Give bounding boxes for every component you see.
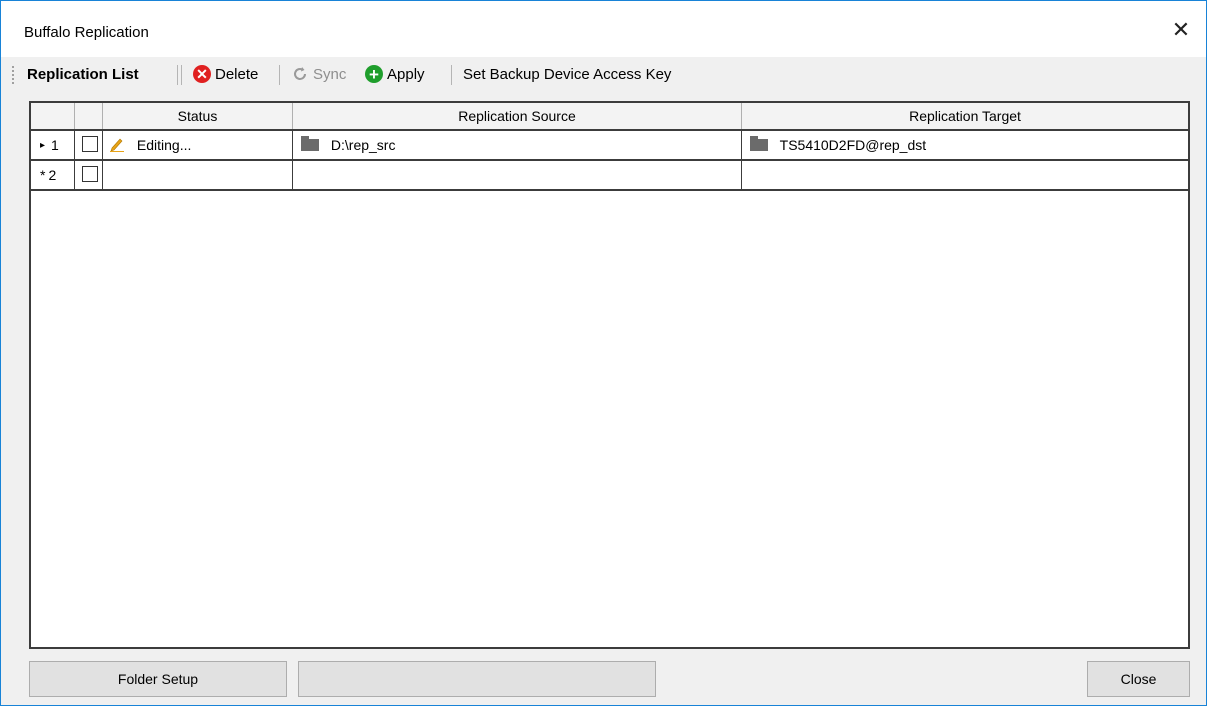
checkbox-column-header — [75, 103, 103, 129]
row-checkbox[interactable] — [82, 166, 98, 182]
folder-icon — [301, 136, 319, 152]
toolbar-divider — [181, 65, 182, 85]
row-number: 1 — [51, 137, 59, 153]
row-number: 2 — [48, 167, 57, 183]
target-cell[interactable]: TS5410D2FD@rep_dst — [742, 131, 1188, 159]
delete-icon: ✕ — [193, 65, 211, 83]
folder-setup-button[interactable]: Folder Setup — [29, 661, 287, 697]
row-checkbox[interactable] — [82, 136, 98, 152]
toolbar-divider — [177, 65, 178, 85]
column-header-target[interactable]: Replication Target — [742, 103, 1188, 129]
close-window-icon[interactable]: ✕ — [1168, 17, 1194, 43]
blank-button[interactable] — [298, 661, 656, 697]
title-bar: Buffalo Replication ✕ — [1, 1, 1206, 57]
toolbar: Replication List ✕ Delete Sync + Apply S… — [1, 57, 1206, 91]
table-row[interactable]: * 2 — [31, 161, 1188, 191]
delete-button[interactable]: ✕ Delete — [193, 63, 258, 85]
replication-grid: Status Replication Source Replication Ta… — [29, 101, 1190, 649]
status-text: Editing... — [136, 137, 192, 153]
column-header-status[interactable]: Status — [103, 103, 293, 129]
target-path: TS5410D2FD@rep_dst — [779, 137, 927, 153]
table-row[interactable]: ▸ 1 Editing... D:\rep_src TS5410D2FD@rep… — [31, 131, 1188, 161]
status-cell[interactable]: Editing... — [103, 131, 293, 159]
column-header-source[interactable]: Replication Source — [293, 103, 742, 129]
row-header[interactable]: * 2 — [31, 161, 75, 189]
replication-list-label: Replication List — [27, 65, 139, 83]
apply-label: Apply — [387, 65, 425, 83]
add-icon: + — [365, 65, 383, 83]
row-header[interactable]: ▸ 1 — [31, 131, 75, 159]
delete-label: Delete — [215, 65, 259, 83]
apply-button[interactable]: + Apply — [365, 63, 425, 85]
replication-window: Buffalo Replication ✕ Replication List ✕… — [0, 0, 1207, 706]
sync-icon — [294, 67, 306, 80]
new-row-marker-icon: * — [40, 167, 46, 183]
status-cell[interactable] — [103, 161, 293, 189]
set-backup-key-button[interactable]: Set Backup Device Access Key — [463, 63, 671, 85]
current-row-marker-icon: ▸ — [40, 139, 46, 151]
toolbar-divider — [279, 65, 280, 85]
close-button[interactable]: Close — [1087, 661, 1190, 697]
row-header-corner — [31, 103, 75, 129]
toolbar-grip[interactable] — [11, 65, 15, 85]
toolbar-divider — [451, 65, 452, 85]
pencil-icon — [110, 138, 124, 153]
sync-label: Sync — [313, 65, 347, 83]
sync-button[interactable]: Sync — [291, 63, 346, 85]
folder-icon — [750, 136, 768, 152]
source-cell[interactable] — [293, 161, 742, 189]
target-cell[interactable] — [742, 161, 1188, 189]
window-title: Buffalo Replication — [24, 24, 149, 41]
source-path: D:\rep_src — [330, 137, 396, 153]
grid-header: Status Replication Source Replication Ta… — [31, 103, 1188, 131]
source-cell[interactable]: D:\rep_src — [293, 131, 742, 159]
